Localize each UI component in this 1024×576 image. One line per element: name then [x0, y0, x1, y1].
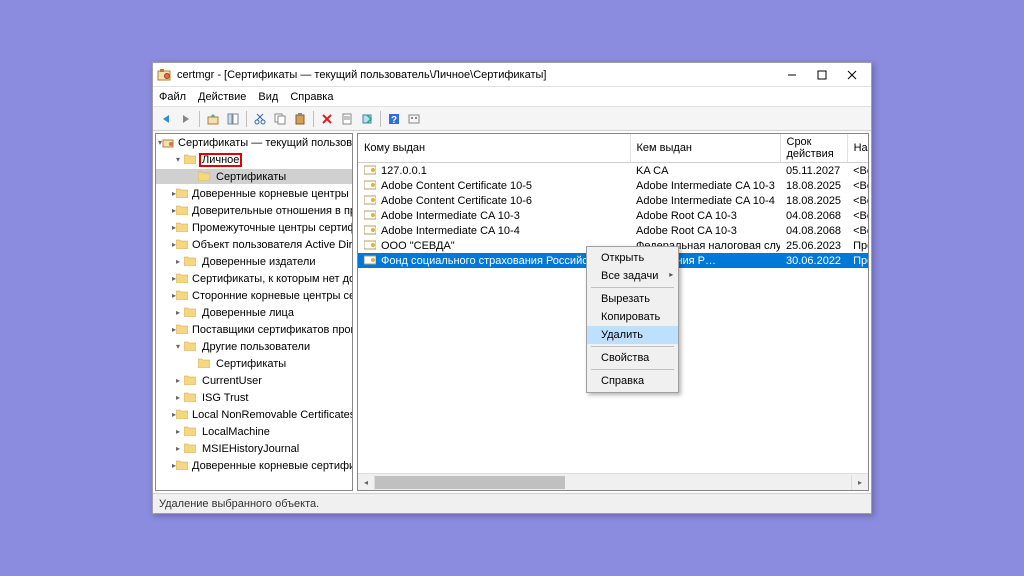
context-menu-item[interactable]: Свойства: [587, 349, 678, 367]
up-button[interactable]: [204, 110, 222, 128]
menu-separator: [591, 287, 674, 288]
table-row[interactable]: Adobe Intermediate CA 10-4Adobe Root CA …: [358, 223, 868, 238]
app-icon: [157, 68, 171, 82]
copy-button[interactable]: [271, 110, 289, 128]
tree-node[interactable]: ▸MSIEHistoryJournal: [156, 441, 352, 456]
column-header[interactable]: Назначения: [847, 134, 868, 163]
titlebar: certmgr - [Сертификаты — текущий пользов…: [153, 63, 871, 87]
context-menu: ОткрытьВсе задачи ВырезатьКопироватьУдали…: [586, 246, 679, 393]
tree-node[interactable]: ▸Промежуточные центры сертификации: [156, 220, 352, 235]
status-text: Удаление выбранного объекта.: [159, 498, 319, 510]
column-header[interactable]: Кому выдан: [358, 134, 630, 163]
refresh-button[interactable]: [405, 110, 423, 128]
certificate-icon: [364, 240, 378, 252]
tree-node[interactable]: ▸Доверенные издатели: [156, 254, 352, 269]
context-menu-item[interactable]: Все задачи: [587, 267, 678, 285]
context-menu-item[interactable]: Удалить: [587, 326, 678, 344]
tree-node[interactable]: ▸ISG Trust: [156, 390, 352, 405]
scroll-thumb[interactable]: [375, 476, 565, 489]
tree-node[interactable]: ▸Сертификаты, к которым нет доверия: [156, 271, 352, 286]
window: certmgr - [Сертификаты — текущий пользов…: [152, 62, 872, 514]
context-menu-item[interactable]: Копировать: [587, 308, 678, 326]
tree-node[interactable]: ▾Другие пользователи: [156, 339, 352, 354]
tree-node[interactable]: ▸LocalMachine: [156, 424, 352, 439]
table-row[interactable]: Adobe Intermediate CA 10-3Adobe Root CA …: [358, 208, 868, 223]
export-button[interactable]: [358, 110, 376, 128]
tree-node[interactable]: Сертификаты: [156, 356, 352, 371]
context-menu-item[interactable]: Справка: [587, 372, 678, 390]
close-button[interactable]: [837, 64, 867, 86]
tree-node[interactable]: ▸Local NonRemovable Certificates: [156, 407, 352, 422]
certificate-icon: [364, 180, 378, 192]
minimize-button[interactable]: [777, 64, 807, 86]
column-header[interactable]: Срок действия: [780, 134, 847, 163]
certificate-icon: [364, 225, 378, 237]
help-button[interactable]: ?: [385, 110, 403, 128]
context-menu-item[interactable]: Вырезать: [587, 290, 678, 308]
menu-help[interactable]: Справка: [290, 91, 333, 103]
tree-node[interactable]: ▾Личное: [156, 152, 352, 167]
scroll-track[interactable]: [374, 475, 852, 490]
properties-button[interactable]: [338, 110, 356, 128]
table-row[interactable]: Adobe Content Certificate 10-5Adobe Inte…: [358, 178, 868, 193]
forward-button[interactable]: [177, 110, 195, 128]
menu-file[interactable]: Файл: [159, 91, 186, 103]
svg-text:?: ?: [391, 115, 397, 126]
table-row[interactable]: 127.0.0.1KA CA05.11.2027<Все><Н: [358, 163, 868, 179]
menu-action[interactable]: Действие: [198, 91, 246, 103]
list-view[interactable]: Кому выданКем выданСрок действияНазначен…: [358, 134, 868, 473]
tree-node[interactable]: ▸CurrentUser: [156, 373, 352, 388]
window-title: certmgr - [Сертификаты — текущий пользов…: [177, 69, 777, 81]
scroll-right-button[interactable]: ▸: [852, 475, 868, 490]
tree-node[interactable]: ▸Поставщики сертификатов проверки подлин…: [156, 322, 352, 337]
cut-button[interactable]: [251, 110, 269, 128]
column-header[interactable]: Кем выдан: [630, 134, 780, 163]
certificate-icon: [364, 210, 378, 222]
menu-separator: [591, 346, 674, 347]
maximize-button[interactable]: [807, 64, 837, 86]
menu-view[interactable]: Вид: [258, 91, 278, 103]
tree-node[interactable]: ▸Доверенные лица: [156, 305, 352, 320]
tree-node[interactable]: ▸Доверенные корневые сертификаты смарт-к…: [156, 458, 352, 473]
table-row[interactable]: Adobe Content Certificate 10-6Adobe Inte…: [358, 193, 868, 208]
paste-button[interactable]: [291, 110, 309, 128]
show-hide-button[interactable]: [224, 110, 242, 128]
tree-node[interactable]: Сертификаты: [156, 169, 352, 184]
context-menu-item[interactable]: Открыть: [587, 249, 678, 267]
toolbar: ?: [153, 107, 871, 131]
tree-node[interactable]: ▸Доверенные корневые центры сертификации: [156, 186, 352, 201]
tree-node[interactable]: ▸Доверительные отношения в предприятии: [156, 203, 352, 218]
tree-node[interactable]: ▸Сторонние корневые центры сертификации: [156, 288, 352, 303]
status-bar: Удаление выбранного объекта.: [153, 493, 871, 513]
back-button[interactable]: [157, 110, 175, 128]
list-panel: Кому выданКем выданСрок действияНазначен…: [357, 133, 869, 491]
horizontal-scrollbar[interactable]: ◂ ▸: [358, 473, 868, 490]
certificate-icon: [364, 165, 378, 177]
certificate-icon: [364, 255, 378, 267]
tree-panel[interactable]: ▾Сертификаты — текущий пользователь ▾Личн…: [155, 133, 353, 491]
delete-button[interactable]: [318, 110, 336, 128]
certificate-icon: [364, 195, 378, 207]
tree-node[interactable]: ▸Объект пользователя Active Directory: [156, 237, 352, 252]
scroll-left-button[interactable]: ◂: [358, 475, 374, 490]
tree-root[interactable]: ▾Сертификаты — текущий пользователь: [156, 135, 352, 150]
content-area: ▾Сертификаты — текущий пользователь ▾Личн…: [153, 131, 871, 493]
menubar: Файл Действие Вид Справка: [153, 87, 871, 107]
menu-separator: [591, 369, 674, 370]
